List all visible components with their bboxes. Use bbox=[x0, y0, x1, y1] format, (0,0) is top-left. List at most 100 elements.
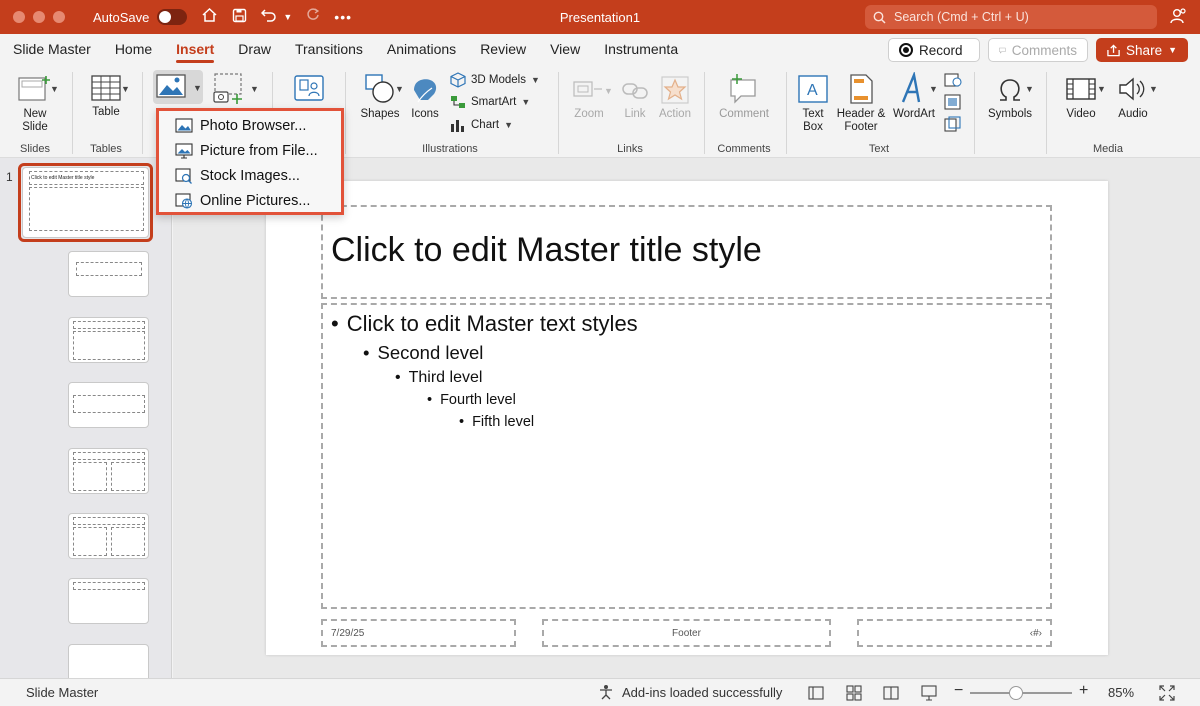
table-chevron-down-icon[interactable]: ▼ bbox=[121, 84, 130, 94]
slide[interactable]: Click to edit Master title style Click t… bbox=[266, 181, 1108, 655]
tab-home[interactable]: Home bbox=[103, 34, 164, 64]
autosave-toggle[interactable] bbox=[157, 9, 188, 25]
slide-number-placeholder[interactable]: ‹#› bbox=[857, 619, 1052, 647]
layout-thumbnail[interactable] bbox=[68, 448, 149, 494]
icons-button[interactable]: Icons bbox=[406, 72, 444, 121]
date-time-button[interactable] bbox=[944, 72, 962, 91]
tab-instrumenta[interactable]: Instrumenta bbox=[592, 34, 690, 64]
search-box[interactable]: Search (Cmd + Ctrl + U) bbox=[865, 5, 1157, 29]
date-placeholder[interactable]: 7/29/25 bbox=[321, 619, 516, 647]
slide-sorter-icon[interactable] bbox=[846, 685, 862, 701]
zoom-slider[interactable] bbox=[970, 686, 1072, 700]
audio-button[interactable]: Audio bbox=[1110, 72, 1156, 121]
fit-to-window-icon[interactable] bbox=[1159, 685, 1175, 701]
separator bbox=[974, 72, 975, 154]
zoom-slider-knob[interactable] bbox=[1008, 686, 1023, 700]
accessibility-icon[interactable] bbox=[598, 684, 614, 700]
reading-view-icon[interactable] bbox=[883, 686, 899, 700]
autosave: AutoSave bbox=[93, 9, 188, 25]
master-thumbnail[interactable]: Click to edit Master title style bbox=[22, 167, 149, 238]
photo-album-button[interactable] bbox=[292, 74, 328, 108]
title-bar: AutoSave ▼ ••• Presentation1 Search (Cmd… bbox=[0, 0, 1200, 34]
link-button[interactable]: Link bbox=[616, 74, 654, 121]
layout-thumbnail[interactable] bbox=[68, 251, 149, 297]
layout-thumbnail[interactable] bbox=[68, 644, 149, 678]
menu-item-picture-from-file[interactable]: Picture from File... bbox=[159, 138, 341, 163]
body-placeholder[interactable]: Click to edit Master text styles Second … bbox=[321, 303, 1052, 609]
new-slide-button[interactable]: New Slide bbox=[10, 72, 60, 134]
symbols-button[interactable]: Symbols bbox=[984, 72, 1036, 121]
zoom-in-button[interactable]: + bbox=[1079, 682, 1088, 700]
pictures-dropdown-menu: Photo Browser... Picture from File... St… bbox=[156, 108, 344, 215]
smartart-button[interactable]: SmartArt ▼ bbox=[450, 95, 530, 109]
tab-view[interactable]: View bbox=[538, 34, 592, 64]
shapes-button[interactable]: Shapes bbox=[355, 72, 405, 121]
chart-button[interactable]: Chart ▼ bbox=[450, 118, 513, 132]
link-label: Link bbox=[624, 108, 646, 120]
home-icon[interactable] bbox=[201, 7, 218, 27]
tab-review[interactable]: Review bbox=[468, 34, 538, 64]
table-button[interactable]: Table bbox=[82, 72, 130, 119]
record-button[interactable]: Record bbox=[888, 38, 980, 62]
more-options-icon[interactable]: ••• bbox=[334, 9, 352, 25]
screenshot-button[interactable]: ▼ bbox=[212, 72, 260, 106]
slide-show-icon[interactable] bbox=[920, 685, 938, 701]
tab-transitions[interactable]: Transitions bbox=[283, 34, 375, 64]
comments-button[interactable]: Comments bbox=[988, 38, 1088, 62]
body-level-2: Second level bbox=[363, 342, 483, 364]
zoom-window-button[interactable] bbox=[53, 11, 65, 23]
object-button[interactable] bbox=[944, 116, 962, 135]
text-box-button[interactable]: A Text Box bbox=[794, 72, 832, 134]
action-button[interactable]: Action bbox=[656, 74, 694, 121]
layout-thumbnail[interactable] bbox=[68, 513, 149, 559]
group-label-links: Links bbox=[617, 143, 643, 155]
slide-number-button[interactable] bbox=[944, 94, 962, 113]
header-footer-button[interactable]: Header & Footer bbox=[835, 72, 887, 134]
layout-thumbnail[interactable] bbox=[68, 382, 149, 428]
comment-button[interactable]: Comment bbox=[712, 72, 776, 121]
zoom-button[interactable]: Zoom bbox=[566, 74, 612, 121]
menu-item-online-pictures[interactable]: Online Pictures... bbox=[159, 188, 341, 213]
tab-draw[interactable]: Draw bbox=[226, 34, 283, 64]
redo-icon[interactable] bbox=[306, 8, 320, 26]
title-placeholder[interactable]: Click to edit Master title style bbox=[321, 205, 1052, 299]
group-label-text: Text bbox=[868, 143, 890, 155]
separator bbox=[142, 72, 143, 154]
pictures-button[interactable]: ▼ bbox=[153, 70, 203, 104]
zoom-out-button[interactable]: − bbox=[954, 682, 963, 700]
layout-thumbnail[interactable] bbox=[68, 578, 149, 624]
group-label-illustrations: Illustrations bbox=[422, 143, 478, 155]
shapes-chevron-down-icon[interactable]: ▼ bbox=[395, 84, 404, 94]
wordart-chevron-down-icon[interactable]: ▼ bbox=[929, 84, 938, 94]
people-share-icon[interactable] bbox=[1170, 8, 1188, 28]
slide-canvas[interactable]: Click to edit Master title style Click t… bbox=[173, 158, 1200, 678]
tab-slide-master[interactable]: Slide Master bbox=[0, 34, 103, 64]
video-chevron-down-icon[interactable]: ▼ bbox=[1097, 84, 1106, 94]
save-icon[interactable] bbox=[232, 8, 247, 27]
wordart-button[interactable]: WordArt bbox=[890, 72, 938, 121]
new-comment-icon bbox=[730, 74, 756, 104]
undo-chevron-down-icon[interactable]: ▼ bbox=[283, 12, 292, 22]
tab-animations[interactable]: Animations bbox=[375, 34, 468, 64]
minimize-window-button[interactable] bbox=[33, 11, 45, 23]
symbols-label: Symbols bbox=[987, 108, 1033, 120]
slide-thumbnails-panel[interactable]: 1 Click to edit Master title style bbox=[0, 158, 172, 678]
symbols-chevron-down-icon[interactable]: ▼ bbox=[1025, 84, 1034, 94]
audio-chevron-down-icon[interactable]: ▼ bbox=[1149, 84, 1158, 94]
close-window-button[interactable] bbox=[13, 11, 25, 23]
menu-item-photo-browser[interactable]: Photo Browser... bbox=[159, 113, 341, 138]
zoom-percentage[interactable]: 85% bbox=[1108, 685, 1134, 700]
share-button[interactable]: Share ▼ bbox=[1096, 38, 1188, 62]
tab-insert[interactable]: Insert bbox=[164, 34, 226, 64]
3d-models-button[interactable]: 3D Models ▼ bbox=[450, 72, 540, 88]
separator bbox=[1046, 72, 1047, 154]
layout-thumbnail[interactable] bbox=[68, 317, 149, 363]
video-button[interactable]: Video bbox=[1056, 72, 1106, 121]
normal-view-icon[interactable] bbox=[808, 686, 824, 700]
new-slide-chevron-down-icon[interactable]: ▼ bbox=[50, 84, 59, 94]
zoom-chevron-down-icon[interactable]: ▼ bbox=[604, 86, 613, 96]
footer-placeholder[interactable]: Footer bbox=[542, 619, 831, 647]
share-icon bbox=[1107, 43, 1120, 56]
undo-icon[interactable] bbox=[261, 8, 277, 26]
menu-item-stock-images[interactable]: Stock Images... bbox=[159, 163, 341, 188]
